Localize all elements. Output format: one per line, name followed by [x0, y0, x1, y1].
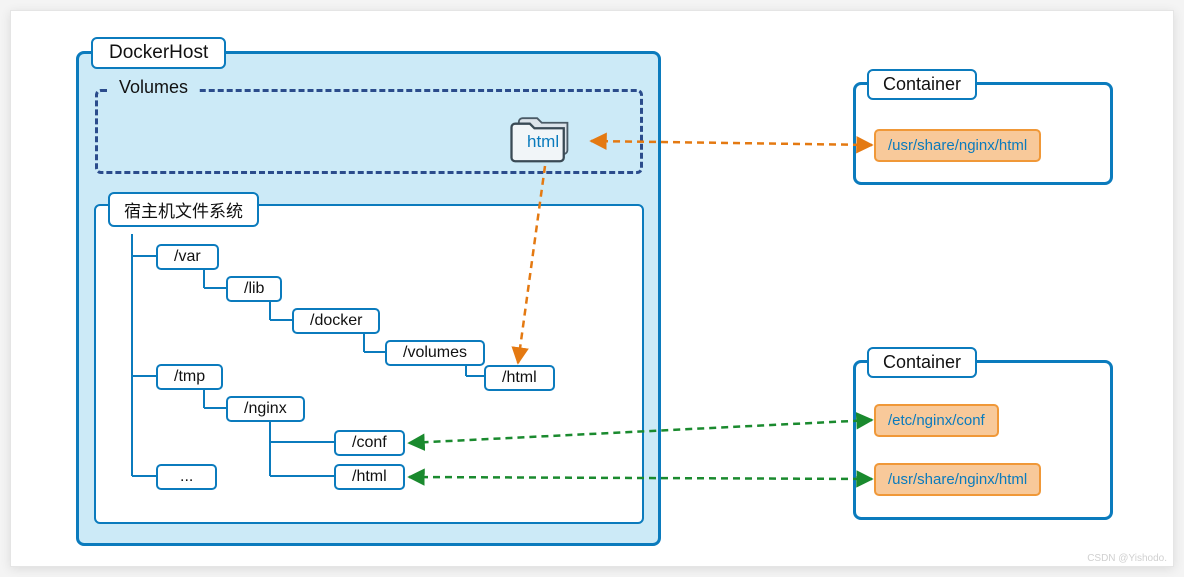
volumes-label: Volumes	[109, 77, 198, 98]
fs-node-html: /html	[484, 365, 555, 391]
fs-node-nginx: /nginx	[226, 396, 305, 422]
watermark-text: CSDN @Yishodo.	[1087, 553, 1167, 564]
fs-node-docker: /docker	[292, 308, 380, 334]
host-filesystem-label: 宿主机文件系统	[108, 192, 259, 227]
html-volume-label: html	[527, 132, 559, 152]
fs-node-ellipsis: ...	[156, 464, 217, 490]
container-bottom-path-conf: /etc/nginx/conf	[874, 404, 999, 437]
container-top-label: Container	[867, 69, 977, 100]
container-bottom-path-html: /usr/share/nginx/html	[874, 463, 1041, 496]
container-bottom-label: Container	[867, 347, 977, 378]
fs-node-tmp: /tmp	[156, 364, 223, 390]
docker-host-label: DockerHost	[91, 37, 226, 69]
fs-node-lib: /lib	[226, 276, 282, 302]
container-bottom-box	[853, 360, 1113, 520]
fs-node-html2: /html	[334, 464, 405, 490]
fs-node-var: /var	[156, 244, 219, 270]
container-top-path-html: /usr/share/nginx/html	[874, 129, 1041, 162]
fs-node-volumes: /volumes	[385, 340, 485, 366]
fs-node-conf: /conf	[334, 430, 405, 456]
diagram-canvas: DockerHost Volumes html 宿主机文件系统	[10, 10, 1174, 567]
